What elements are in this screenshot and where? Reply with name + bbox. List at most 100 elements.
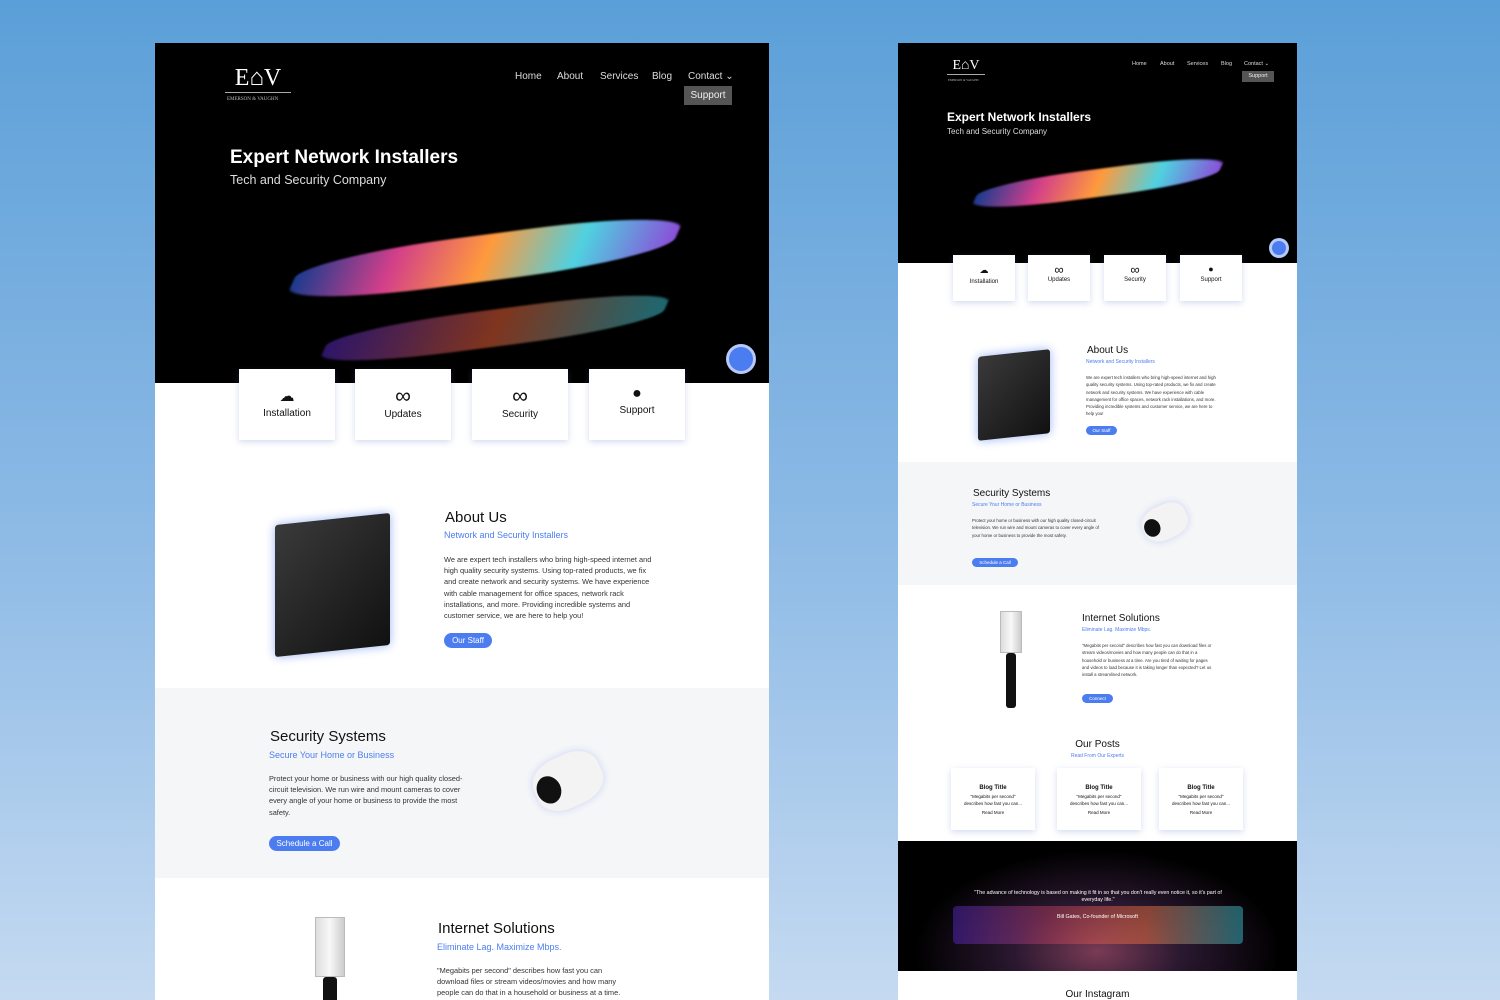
post-excerpt: "Megabits per second" describes how fast… [963,794,1023,806]
internet-title: Internet Solutions [438,920,555,937]
about-subtitle: Network and Security Installers [1086,359,1155,365]
post-card[interactable]: Blog Title "Megabits per second" describ… [1159,768,1243,830]
service-card-security[interactable]: ∞ Security [472,369,568,440]
our-staff-button[interactable]: Our Staff [1086,426,1117,435]
nav-blog[interactable]: Blog [1221,61,1232,67]
service-card-updates[interactable]: ∞ Updates [355,369,451,440]
nav-about[interactable]: About [557,71,583,82]
network-rack-image [275,512,390,658]
nav-home[interactable]: Home [1132,61,1147,67]
hero: E⌂V EMERSON & VAUGHN Home About Services… [155,43,769,383]
service-card-support[interactable]: ● Support [589,369,685,440]
laptop-image [281,208,689,308]
post-excerpt: "Megabits per second" describes how fast… [1069,794,1129,806]
security-title: Security Systems [973,488,1051,499]
post-title: Blog Title [1085,785,1113,791]
post-card[interactable]: Blog Title "Megabits per second" describ… [951,768,1035,830]
nav-contact[interactable]: Contact ⌄ [1244,61,1269,67]
chat-button[interactable] [729,347,753,371]
internet-subtitle: Eliminate Lag. Maximize Mbps. [437,942,562,952]
read-more-link[interactable]: Read More [1057,810,1141,815]
infinity-icon: ∞ [512,383,528,408]
security-subtitle: Secure Your Home or Business [972,502,1042,508]
internet-title: Internet Solutions [1082,613,1160,624]
full-page-preview: E⌂V EMERSON & VAUGHN Home About Services… [898,43,1297,1000]
hero-title: Expert Network Installers [947,110,1092,124]
about-title: About Us [1087,345,1129,356]
schedule-call-button[interactable]: Schedule a Call [972,558,1018,567]
security-subtitle: Secure Your Home or Business [269,750,395,760]
logo-subtext: EMERSON & VAUGHN [948,78,979,82]
laptop-glow [315,285,675,371]
chat-button[interactable] [1272,241,1286,255]
internet-body: "Megabits per second" describes how fast… [1082,643,1212,678]
logo-subtext: EMERSON & VAUGHN [227,97,279,102]
schedule-call-button[interactable]: Schedule a Call [269,836,340,851]
security-title: Security Systems [270,728,386,745]
service-label: Support [1200,277,1222,283]
ethernet-cable [323,977,337,1000]
service-label: Installation [263,408,311,419]
logo-mark: E⌂V [234,65,282,91]
about-title: About Us [445,509,507,526]
service-card-updates[interactable]: ∞ Updates [1028,255,1090,301]
support-button[interactable]: Support [684,86,732,105]
service-label: Security [1124,277,1146,283]
logo[interactable]: E⌂V [225,65,291,93]
chat-bubble-icon: ● [1208,264,1214,274]
service-label: Support [619,405,655,416]
service-label: Updates [1047,277,1071,283]
infinity-icon: ∞ [1130,262,1140,277]
cloud-check-icon: ☁ [279,388,295,405]
service-label: Security [501,409,539,420]
security-body: Protect your home or business with our h… [269,774,463,817]
security-body: Protect your home or business with our h… [972,518,1099,538]
nav-services[interactable]: Services [1187,61,1208,67]
laptop-keyboard [953,906,1243,944]
post-card[interactable]: Blog Title "Megabits per second" describ… [1057,768,1141,830]
post-excerpt: "Megabits per second" describes how fast… [1171,794,1231,806]
logo[interactable]: E⌂V [947,58,985,75]
nav-services[interactable]: Services [600,71,638,82]
posts-subtitle: Read From Our Experts [1070,753,1125,759]
service-card-security[interactable]: ∞ Security [1104,255,1166,301]
hero-subtitle: Tech and Security Company [230,173,387,187]
about-body: We are expert tech installers who bring … [444,555,652,621]
ethernet-connector-image [1000,611,1022,653]
network-rack-image [978,349,1050,441]
hero-title: Expert Network Installers [230,147,459,168]
desktop-preview: E⌂V EMERSON & VAUGHN Home About Services… [155,43,769,1000]
nav-about[interactable]: About [1160,61,1174,67]
support-button[interactable]: Support [1242,71,1274,82]
internet-subtitle: Eliminate Lag. Maximize Mbps. [1082,627,1152,633]
service-card-installation[interactable]: ☁ Installation [239,369,335,440]
ethernet-cable [1006,653,1016,708]
nav-blog[interactable]: Blog [652,71,672,82]
post-title: Blog Title [979,785,1007,791]
quote-text: "The advance of technology is based on m… [974,890,1222,903]
our-staff-button[interactable]: Our Staff [444,633,492,648]
hero: E⌂V EMERSON & VAUGHN Home About Services… [898,43,1297,263]
service-label: Updates [384,409,422,420]
ethernet-connector-image [315,917,345,977]
service-card-installation[interactable]: ☁ Installation [953,255,1015,301]
read-more-link[interactable]: Read More [1159,810,1243,815]
logo-mark: E⌂V [952,58,980,73]
nav-contact[interactable]: Contact ⌄ [688,71,734,82]
nav-home[interactable]: Home [515,71,542,82]
laptop-image [968,152,1228,214]
chat-bubble-icon: ● [632,385,642,402]
infinity-icon: ∞ [1054,262,1064,277]
read-more-link[interactable]: Read More [951,810,1035,815]
post-title: Blog Title [1187,785,1215,791]
cloud-check-icon: ☁ [979,265,989,275]
quote-section: "The advance of technology is based on m… [898,841,1297,971]
connect-button[interactable]: Connect [1082,694,1113,703]
posts-title: Our Posts [1075,739,1120,750]
service-card-support[interactable]: ● Support [1180,255,1242,301]
internet-body: "Megabits per second" describes how fast… [437,966,621,1000]
service-label: Installation [969,279,999,285]
about-body: We are expert tech installers who bring … [1086,375,1216,417]
about-subtitle: Network and Security Installers [444,530,569,540]
quote-author: Bill Gates, Co-founder of Microsoft [1057,914,1138,920]
